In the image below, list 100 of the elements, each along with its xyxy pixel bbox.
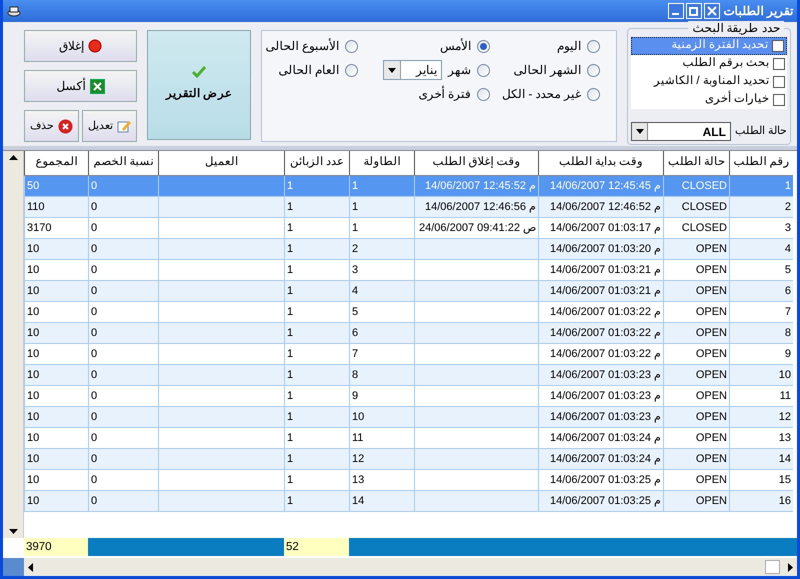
delete-icon	[58, 118, 73, 134]
table-cell-text: 1	[287, 368, 294, 383]
search-option[interactable]: بحث برقم الطلب	[631, 55, 787, 73]
table-cell-text: 14	[778, 452, 791, 467]
table-cell-text: OPEN	[696, 242, 727, 257]
up-arrow-icon	[8, 155, 18, 160]
spreadsheet-icon	[90, 78, 104, 94]
status-dropdown[interactable]: ALL	[631, 122, 731, 141]
table-cell-text: 2	[352, 242, 358, 257]
table-cell-text: 4	[784, 242, 791, 257]
radio-label: فترة أخرى	[418, 85, 471, 103]
table-cell-text: 1	[287, 452, 294, 467]
table-cell-text: OPEN	[696, 410, 727, 425]
vertical-scrollbar[interactable]	[3, 151, 24, 538]
table-cell-text: 10	[27, 326, 40, 341]
table-cell-text: OPEN	[696, 388, 727, 404]
checkbox[interactable]	[773, 58, 785, 70]
table-cell-text: 9	[352, 388, 358, 404]
column-header[interactable]: العميل	[158, 151, 284, 175]
column-header[interactable]: الطاولة	[349, 151, 414, 175]
table-cell-text: 14/06/2007 01:03:22 م	[550, 326, 661, 341]
radio-button[interactable]	[345, 40, 358, 52]
table-cell-text: CLOSED	[682, 220, 727, 236]
table-cell-text: 7	[784, 304, 791, 320]
table-cell-text: 13	[352, 472, 364, 488]
column-header[interactable]: رقم الطلب	[729, 151, 793, 175]
table-cell-text: 0	[91, 220, 98, 236]
table-cell-text: 6	[352, 326, 358, 341]
radio-button[interactable]	[587, 40, 600, 52]
table-cell-text: 10	[352, 410, 364, 425]
table-cell-text: 10	[27, 242, 40, 257]
table-cell-text: 1	[287, 178, 294, 194]
table-cell-text: 10	[27, 410, 40, 425]
table-cell-text: 10	[27, 284, 40, 299]
radio-label: اليوم	[557, 38, 581, 55]
column-header[interactable]: حالة الطلب	[663, 151, 729, 175]
total-guests: 52	[284, 538, 349, 556]
table-cell-text: 14/06/2007 01:03:21 م	[550, 284, 661, 299]
table-cell-text: 14/06/2007 01:03:23 م	[550, 410, 661, 425]
table-cell-text: 1	[352, 200, 358, 215]
table-cell-text: 14	[352, 494, 364, 509]
table-cell-text: 14/06/2007 01:03:23 م	[550, 368, 661, 383]
column-header[interactable]: وقت بداية الطلب	[538, 151, 663, 175]
table-cell-text: 10	[27, 368, 40, 383]
checkbox[interactable]	[772, 40, 784, 52]
radio-button[interactable]	[587, 88, 600, 100]
table-cell-text: 14/06/2007 01:03:25 م	[550, 494, 661, 509]
delete-button[interactable]: حذف	[24, 110, 79, 142]
column-header[interactable]: وقت إغلاق الطلب	[414, 151, 538, 175]
table-cell-text: 14/06/2007 01:03:24 م	[550, 452, 661, 467]
month-dropdown[interactable]: يناير	[383, 60, 442, 80]
table-cell-text: 14/06/2007 01:03:22 م	[550, 304, 661, 320]
checkbox[interactable]	[773, 94, 785, 106]
close-report-button[interactable]: إغلاق	[24, 30, 137, 62]
table-cell-text: 4	[352, 284, 358, 299]
checkbox[interactable]	[773, 76, 785, 88]
search-option[interactable]: تحديد المناوبة / الكاشير	[631, 73, 787, 91]
table-cell-text: 1	[352, 178, 358, 194]
table-cell-text: 5	[352, 304, 358, 320]
radio-button[interactable]	[477, 64, 490, 76]
table-cell-text: 0	[91, 262, 98, 278]
table-cell-text: 8	[784, 326, 791, 341]
radio-button[interactable]	[345, 64, 358, 76]
table-cell-text: 24/06/2007 09:41:22 ص	[419, 220, 536, 236]
minimize-button[interactable]	[668, 3, 684, 19]
table-cell-text: OPEN	[696, 304, 727, 320]
table-cell-text: 1	[287, 430, 294, 446]
excel-button[interactable]: أكسل	[24, 70, 137, 102]
column-header[interactable]: عدد الزبائن	[284, 151, 349, 175]
table-cell-text: 16	[778, 494, 791, 509]
table-cell-text: 10	[778, 368, 791, 383]
table-cell-text: 0	[91, 178, 98, 194]
search-option[interactable]: خيارات أخرى	[631, 91, 787, 109]
edit-button[interactable]: تعديل	[82, 110, 137, 142]
pencil-icon	[117, 119, 131, 133]
maximize-button[interactable]	[686, 3, 702, 19]
table-cell-text: OPEN	[696, 346, 727, 362]
radio-button[interactable]	[477, 88, 490, 100]
column-header[interactable]: نسبة الخصم	[88, 151, 158, 175]
table-cell-text: 1	[287, 304, 294, 320]
checkmark-icon	[192, 66, 206, 78]
table-cell-text: 0	[91, 200, 98, 215]
scrollbar-corner	[3, 558, 24, 576]
table-cell-text: 1	[287, 346, 294, 362]
table-cell-text: 1	[287, 472, 294, 488]
table-cell-text: 0	[91, 368, 98, 383]
table-cell-text: 6	[784, 284, 791, 299]
column-header[interactable]: المجموع	[24, 151, 88, 175]
close-button[interactable]	[704, 3, 720, 19]
table-cell-text: 11	[780, 388, 791, 404]
table-cell-text: CLOSED	[682, 200, 727, 215]
table-cell-text: OPEN	[696, 262, 727, 278]
radio-button[interactable]	[587, 64, 600, 76]
scroll-thumb[interactable]	[765, 560, 780, 574]
table-cell-text: 14/06/2007 01:03:25 م	[550, 472, 661, 488]
show-report-button[interactable]: عرض التقرير	[147, 30, 251, 140]
table-cell-text: 14/06/2007 01:03:24 م	[550, 430, 661, 446]
table-cell-text: 8	[352, 368, 358, 383]
table-cell-text: 1	[287, 326, 294, 341]
radio-button[interactable]	[477, 40, 490, 52]
